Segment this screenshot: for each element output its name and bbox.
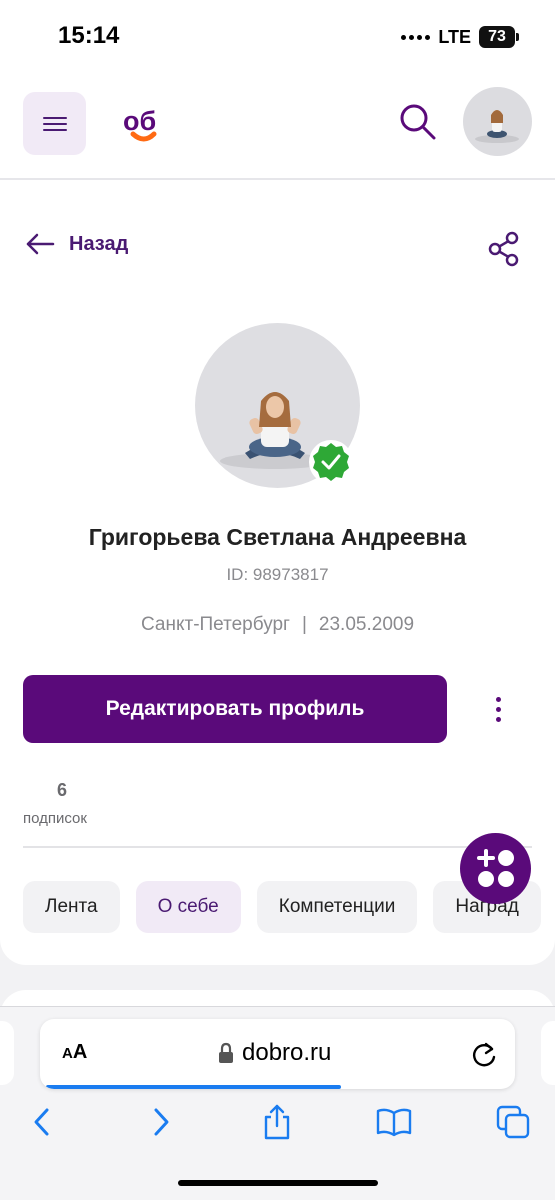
quick-actions-button[interactable]	[460, 833, 531, 904]
tabs-icon	[496, 1105, 530, 1139]
profile-card: об Назад Григорьева Светлана Андреевна I…	[0, 72, 555, 965]
more-vertical-icon[interactable]	[482, 689, 514, 729]
edit-profile-button[interactable]: Редактировать профиль	[23, 675, 447, 743]
address-bar[interactable]: AA dobro.ru	[40, 1019, 515, 1089]
battery-level: 73	[488, 28, 506, 45]
profile-city: Санкт-Петербург	[140, 614, 290, 635]
prev-tab-peek[interactable]	[0, 1021, 14, 1085]
avatar[interactable]	[463, 87, 532, 156]
profile-birthdate: 23.05.2009	[318, 614, 415, 635]
network-label: LTE	[438, 26, 471, 47]
app-header: об	[0, 72, 555, 180]
browser-forward-button[interactable]	[141, 1102, 181, 1142]
lock-icon	[219, 1042, 233, 1063]
browser-back-button[interactable]	[22, 1102, 62, 1142]
share-icon[interactable]	[486, 230, 522, 268]
subscriptions-count[interactable]: 6	[23, 780, 101, 801]
share-up-icon	[264, 1104, 290, 1140]
menu-button[interactable]	[23, 92, 86, 155]
tab-competencies[interactable]: Компетенции	[256, 881, 418, 933]
tab-feed[interactable]: Лента	[23, 881, 120, 933]
browser-toolbar: AA dobro.ru	[0, 1006, 555, 1200]
search-icon[interactable]	[398, 102, 438, 142]
tabs-button[interactable]	[493, 1102, 533, 1142]
bookmarks-button[interactable]	[374, 1102, 414, 1142]
battery-icon: 73	[479, 26, 519, 48]
share-page-button[interactable]	[257, 1102, 297, 1142]
status-time: 15:14	[58, 22, 120, 49]
url-text: dobro.ru	[242, 1039, 332, 1066]
back-button[interactable]: Назад	[25, 232, 128, 256]
book-icon	[376, 1108, 412, 1137]
reader-settings-button[interactable]: AA	[62, 1041, 87, 1064]
plus-grid-icon	[477, 849, 514, 887]
chevron-left-icon	[34, 1108, 49, 1136]
profile-meta: Санкт-Петербург | 23.05.2009	[0, 614, 555, 636]
loading-progress	[46, 1085, 341, 1089]
subscriptions-label[interactable]: подписок	[23, 810, 87, 827]
verified-check-icon	[309, 440, 353, 484]
reload-icon[interactable]	[470, 1039, 498, 1069]
profile-id: ID: 98973817	[226, 565, 329, 584]
signal-icon	[401, 34, 431, 40]
next-tab-peek[interactable]	[541, 1021, 555, 1085]
profile-name: Григорьева Светлана Андреевна	[88, 524, 467, 550]
meta-separator: |	[301, 614, 307, 635]
hamburger-icon	[42, 116, 67, 131]
status-indicators: LTE 73	[401, 26, 519, 48]
dobro-logo[interactable]: об	[122, 106, 166, 146]
status-bar: 15:14 LTE 73	[0, 0, 555, 72]
back-label: Назад	[69, 232, 129, 255]
chevron-right-icon	[154, 1108, 169, 1136]
arrow-left-icon	[26, 233, 55, 255]
divider	[23, 846, 532, 848]
home-indicator	[178, 1180, 378, 1186]
logo-text: об	[123, 106, 156, 136]
tab-about[interactable]: О себе	[135, 881, 241, 933]
